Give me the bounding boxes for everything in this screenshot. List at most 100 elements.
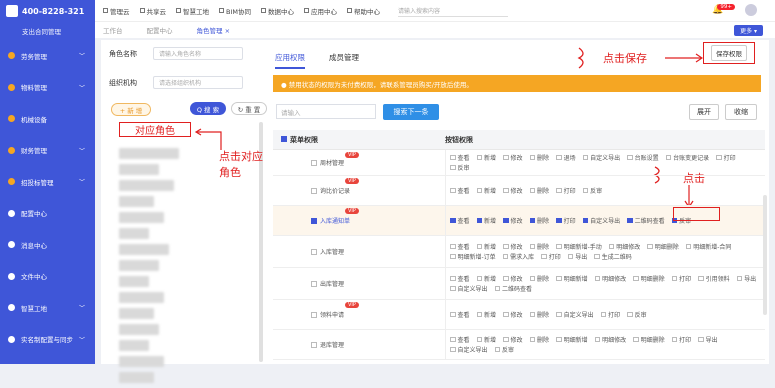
permission-option[interactable]: 打印 (600, 310, 620, 320)
permission-checkbox[interactable] (529, 154, 536, 161)
permission-option[interactable]: 查看 (450, 186, 470, 196)
permission-option[interactable]: 明细修改 (594, 335, 626, 345)
more-button[interactable]: 更多 ▾ (734, 25, 763, 36)
permission-option[interactable]: 新增 (476, 186, 496, 196)
permission-checkbox[interactable] (627, 217, 633, 224)
permission-checkbox[interactable] (594, 275, 601, 282)
role-item[interactable] (119, 324, 159, 335)
permission-option[interactable]: 删除 (529, 186, 549, 196)
permission-checkbox[interactable] (450, 311, 456, 318)
sidebar-item[interactable]: 文件中心 (0, 261, 95, 293)
permission-checkbox[interactable] (450, 346, 456, 353)
search-next-button[interactable]: 搜索下一条 (383, 104, 439, 120)
sidebar-item[interactable]: 配置中心 (0, 198, 95, 230)
sidebar-item[interactable]: 招投标管理 ﹀ (0, 166, 95, 198)
permission-option[interactable]: 新增 (476, 274, 496, 284)
permission-checkbox[interactable] (476, 275, 483, 282)
role-item[interactable] (119, 372, 154, 383)
tab-role-management[interactable]: 角色管理 × (197, 25, 231, 35)
permission-checkbox[interactable] (582, 187, 589, 194)
select-all-checkbox[interactable] (281, 135, 287, 142)
role-highlight[interactable]: 对应角色 (119, 122, 191, 137)
permission-option[interactable]: 反审 (627, 310, 647, 320)
permission-option[interactable]: 自定义导出 (450, 345, 488, 355)
permission-checkbox[interactable] (476, 336, 483, 343)
permission-checkbox[interactable] (503, 243, 509, 250)
permission-checkbox[interactable] (476, 187, 483, 194)
save-permission-button[interactable]: 保存权限 (711, 45, 747, 61)
sidebar-item[interactable]: 消息中心 (0, 229, 95, 261)
permission-checkbox[interactable] (671, 275, 678, 282)
permission-option[interactable]: 新增 (476, 310, 496, 320)
permission-option[interactable]: 修改 (503, 335, 523, 345)
company-label[interactable]: 支出合同管理 (0, 22, 95, 40)
permission-option[interactable]: 修改 (503, 216, 523, 226)
permission-option[interactable]: 二维码查看 (627, 216, 665, 226)
permission-checkbox[interactable] (503, 311, 509, 318)
permission-checkbox[interactable] (529, 217, 536, 224)
permission-checkbox[interactable] (502, 253, 509, 260)
tab-workbench[interactable]: 工作台 (103, 25, 123, 35)
permission-checkbox[interactable] (476, 217, 483, 224)
permission-option[interactable]: 查看 (450, 335, 470, 345)
permission-option[interactable]: 修改 (503, 310, 523, 320)
add-role-button[interactable]: + 新 增 (111, 103, 151, 116)
permission-checkbox[interactable] (736, 275, 743, 282)
collapse-button[interactable]: 收缩 (725, 104, 757, 120)
permission-option[interactable]: 删除 (529, 153, 549, 163)
menu-permission-cell[interactable]: 出库管理 (273, 268, 445, 299)
tab-app-permission[interactable]: 应用权限 (275, 52, 305, 69)
role-item[interactable] (119, 276, 149, 287)
permission-checkbox[interactable] (633, 336, 639, 343)
permission-checkbox[interactable] (476, 243, 483, 250)
top-nav-item[interactable]: 帮助中心 (346, 6, 380, 16)
menu-permission-cell[interactable]: 领料申请 VIP (273, 300, 445, 329)
role-item[interactable] (119, 212, 164, 223)
permission-option[interactable]: 明细新增-合同 (685, 242, 731, 252)
permission-option[interactable]: 反审 (582, 186, 602, 196)
permission-option[interactable]: 新增 (476, 153, 496, 163)
permission-checkbox[interactable] (556, 336, 562, 343)
permission-option[interactable]: 导出 (698, 335, 718, 345)
permission-checkbox[interactable] (450, 187, 456, 194)
permission-option[interactable]: 生成二维码 (594, 252, 632, 262)
role-item[interactable] (119, 260, 159, 271)
permission-checkbox[interactable] (503, 275, 509, 282)
menu-checkbox[interactable] (311, 187, 317, 194)
permission-checkbox[interactable] (665, 154, 672, 161)
permission-checkbox[interactable] (627, 311, 633, 318)
permission-option[interactable]: 删除 (529, 310, 549, 320)
permission-checkbox[interactable] (503, 154, 509, 161)
permission-option[interactable]: 修改 (503, 242, 523, 252)
top-nav-item[interactable]: 应用中心 (303, 6, 337, 16)
permission-option[interactable]: 查看 (450, 310, 470, 320)
top-nav-item[interactable]: 智慧工地 (176, 6, 209, 16)
role-item[interactable] (119, 148, 179, 159)
permission-option[interactable]: 自定义导出 (582, 216, 620, 226)
permission-checkbox[interactable] (529, 187, 536, 194)
permission-checkbox[interactable] (541, 253, 547, 260)
permission-checkbox[interactable] (556, 217, 562, 224)
permission-checkbox[interactable] (529, 336, 536, 343)
permission-option[interactable]: 新增 (476, 216, 496, 226)
permission-option[interactable]: 打印 (671, 274, 691, 284)
permission-checkbox[interactable] (529, 243, 536, 250)
permission-option[interactable]: 删除 (529, 242, 549, 252)
top-nav-item[interactable]: 管理云 (103, 6, 130, 16)
permission-option[interactable]: 导出 (567, 252, 587, 262)
permission-option[interactable]: 修改 (503, 186, 523, 196)
role-item[interactable] (119, 164, 159, 175)
menu-checkbox[interactable] (311, 159, 317, 166)
permission-option[interactable]: 打印 (556, 216, 576, 226)
permission-checkbox[interactable] (698, 336, 704, 343)
role-item[interactable] (119, 356, 164, 367)
role-item[interactable] (119, 196, 154, 207)
permission-checkbox[interactable] (582, 154, 589, 161)
permission-checkbox[interactable] (503, 336, 509, 343)
menu-permission-cell[interactable]: 询比价记录 VIP (273, 176, 445, 205)
permission-checkbox[interactable] (450, 164, 456, 171)
permission-option[interactable]: 删除 (529, 216, 549, 226)
permission-checkbox[interactable] (476, 154, 483, 161)
permission-checkbox[interactable] (450, 285, 456, 292)
permission-checkbox[interactable] (450, 253, 456, 260)
